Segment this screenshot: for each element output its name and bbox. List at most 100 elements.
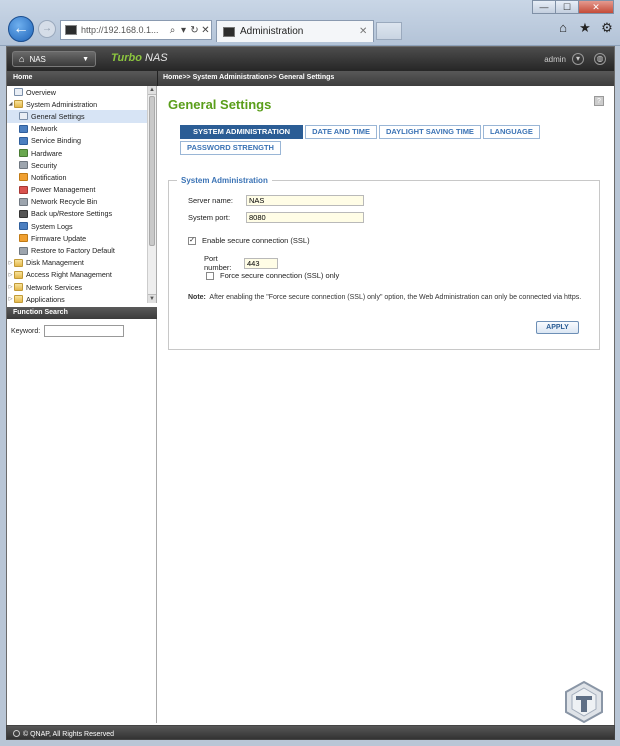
backup-icon xyxy=(19,209,28,218)
nas-menu-button[interactable]: ⌂ NAS ▼ xyxy=(12,51,96,67)
sidebar-item-power-management[interactable]: Power Management xyxy=(7,184,147,196)
server-name-row: Server name: xyxy=(188,195,364,206)
scroll-thumb[interactable] xyxy=(149,96,155,246)
sidebar-item-network-recycle-bin[interactable]: Network Recycle Bin xyxy=(7,196,147,208)
browser-tab-active[interactable]: Administration ✕ xyxy=(216,20,374,42)
expand-icon[interactable]: ▷ xyxy=(7,272,14,278)
sidebar-item-system-administration[interactable]: ◢ System Administration xyxy=(7,98,147,110)
expand-icon[interactable]: ▷ xyxy=(7,296,14,302)
refresh-icon[interactable]: ↻ xyxy=(189,25,200,36)
forward-button[interactable]: → xyxy=(38,20,56,38)
tab-date-and-time[interactable]: DATE AND TIME xyxy=(305,125,378,139)
tab-system-administration[interactable]: SYSTEM ADMINISTRATION xyxy=(180,125,304,139)
section-title: System Administration xyxy=(177,176,272,185)
port-number-input[interactable] xyxy=(244,257,278,269)
system-port-input[interactable] xyxy=(246,212,364,223)
nav-tree: Overview ◢ System Administration General … xyxy=(7,86,147,303)
user-label[interactable]: admin xyxy=(544,55,566,64)
folder-icon xyxy=(14,258,23,267)
shield-icon xyxy=(19,161,28,170)
settings-icon xyxy=(19,112,28,121)
force-ssl-checkbox[interactable] xyxy=(206,271,214,280)
sidebar-item-label: Network Services xyxy=(26,282,82,292)
sidebar-item-label: Network xyxy=(31,124,58,134)
sidebar-item-label: Disk Management xyxy=(26,258,84,268)
close-tab-icon[interactable]: ✕ xyxy=(359,26,373,37)
brand-logo: Turbo NAS xyxy=(111,52,168,64)
expand-icon[interactable]: ▷ xyxy=(7,284,14,290)
system-port-label: System port: xyxy=(188,213,231,222)
sidebar-item-label: General Settings xyxy=(31,111,85,121)
search-icon[interactable]: ⌕ xyxy=(167,25,178,36)
notification-icon xyxy=(19,173,28,182)
sidebar-item-network[interactable]: Network xyxy=(7,123,147,135)
sidebar-item-service-binding[interactable]: Service Binding xyxy=(7,135,147,147)
system-administration-panel: System Administration Server name: Syste… xyxy=(168,176,600,350)
star-icon[interactable]: ★ xyxy=(578,20,592,36)
sidebar-item-firmware-update[interactable]: Firmware Update xyxy=(7,232,147,244)
sidebar-item-label: Power Management xyxy=(31,185,96,195)
apply-button[interactable]: APPLY xyxy=(536,321,579,334)
ssl-checkbox[interactable]: ✓ xyxy=(188,236,196,245)
sidebar-item-disk-management[interactable]: ▷ Disk Management xyxy=(7,257,147,269)
sidebar-item-restore-factory[interactable]: Restore to Factory Default xyxy=(7,244,147,256)
sidebar-item-hardware[interactable]: Hardware xyxy=(7,147,147,159)
stop-icon[interactable]: ✕ xyxy=(200,25,211,36)
divider xyxy=(157,71,158,86)
help-icon[interactable]: ? xyxy=(594,96,604,106)
user-menu-icon[interactable]: ▾ xyxy=(572,53,584,65)
tab-password-strength[interactable]: PASSWORD STRENGTH xyxy=(180,141,281,155)
left-panel-title: Home xyxy=(13,74,33,81)
port-number-label: Port number: xyxy=(204,254,232,272)
sidebar-item-system-logs[interactable]: System Logs xyxy=(7,220,147,232)
sidebar-item-access-right[interactable]: ▷ Access Right Management xyxy=(7,269,147,281)
tab-daylight-saving-time[interactable]: DAYLIGHT SAVING TIME xyxy=(379,125,481,139)
sidebar-item-network-services[interactable]: ▷ Network Services xyxy=(7,281,147,293)
scroll-down-icon[interactable]: ▼ xyxy=(148,294,156,303)
scroll-up-icon[interactable]: ▲ xyxy=(148,86,156,95)
sidebar-item-label: Notification xyxy=(31,172,67,182)
sidebar-item-label: Restore to Factory Default xyxy=(31,246,115,256)
footer-text: © QNAP, All Rights Reserved xyxy=(23,731,115,738)
brand-bold: Turbo xyxy=(111,52,142,64)
force-ssl-row: Force secure connection (SSL) only xyxy=(206,271,339,280)
back-button[interactable]: ← xyxy=(8,16,34,42)
keyword-input[interactable] xyxy=(44,325,125,337)
sidebar-item-applications[interactable]: ▷ Applications xyxy=(7,293,147,303)
folder-icon xyxy=(14,283,23,292)
close-window-button[interactable]: ✕ xyxy=(578,0,614,14)
force-ssl-label: Force secure connection (SSL) only xyxy=(220,271,340,280)
maximize-button[interactable]: ☐ xyxy=(555,0,579,14)
arrow-right-icon: → xyxy=(42,23,52,34)
tab-title: Administration xyxy=(240,26,304,37)
dropdown-icon: ▼ xyxy=(82,55,89,63)
port-number-row: Port number: xyxy=(204,254,278,272)
function-search-row: Keyword: xyxy=(11,325,125,337)
home-icon[interactable]: ⌂ xyxy=(556,20,570,36)
expand-icon[interactable]: ▷ xyxy=(7,260,14,266)
folder-icon xyxy=(14,100,23,109)
tab-language[interactable]: LANGUAGE xyxy=(482,125,540,139)
globe-icon[interactable]: ◍ xyxy=(594,53,606,65)
sidebar-scrollbar[interactable]: ▲ ▼ xyxy=(147,86,156,303)
sidebar-item-label: Network Recycle Bin xyxy=(31,197,98,207)
dropdown-icon[interactable]: ▾ xyxy=(178,25,189,36)
new-tab-button[interactable] xyxy=(376,22,402,40)
network-icon xyxy=(19,124,28,133)
minimize-button[interactable]: — xyxy=(532,0,556,14)
settings-tabs: SYSTEM ADMINISTRATION DATE AND TIME DAYL… xyxy=(180,125,580,157)
sidebar-item-general-settings[interactable]: General Settings xyxy=(7,110,147,123)
address-url[interactable]: http://192.168.0.1... xyxy=(81,25,167,35)
address-bar[interactable]: http://192.168.0.1... ⌕ ▾ ↻ ✕ xyxy=(60,20,212,40)
sidebar-item-notification[interactable]: Notification xyxy=(7,171,147,183)
arrow-left-icon: ← xyxy=(13,20,29,37)
page-icon xyxy=(65,25,77,35)
sidebar-item-backup-restore[interactable]: Back up/Restore Settings xyxy=(7,208,147,220)
sidebar-item-label: Firmware Update xyxy=(31,233,87,243)
gear-icon[interactable]: ⚙ xyxy=(600,20,614,36)
recycle-bin-icon xyxy=(19,197,28,206)
sidebar-item-overview[interactable]: Overview xyxy=(7,86,147,98)
server-name-input[interactable] xyxy=(246,195,364,206)
sidebar-item-security[interactable]: Security xyxy=(7,159,147,171)
collapse-icon[interactable]: ◢ xyxy=(7,101,14,107)
